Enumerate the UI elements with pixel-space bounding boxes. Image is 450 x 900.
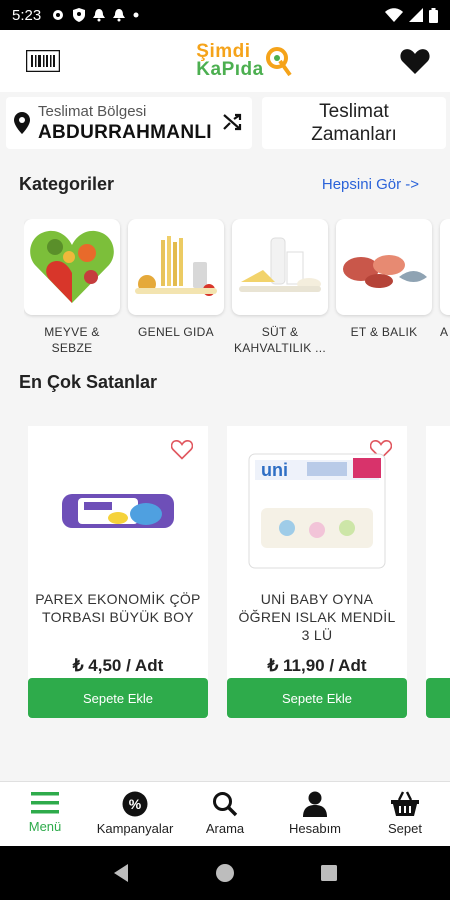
product-price: ₺ 4,50 / Adt [72, 656, 164, 675]
person-icon [303, 791, 327, 817]
dairy-products-image [239, 237, 321, 292]
category-label-line-1: SÜT & [261, 325, 299, 339]
delivery-region-label: Teslimat Bölgesi [38, 102, 147, 120]
product-image [28, 446, 208, 576]
product-image: uni [227, 446, 407, 576]
meat-fish-image [343, 255, 427, 288]
menu-icon [31, 792, 59, 814]
app-header: Şimdi KaPıda [0, 30, 450, 92]
nav-item-cart[interactable]: Sepet [360, 782, 450, 846]
wet-wipes-pack-image: uni [248, 453, 386, 569]
basket-icon [391, 791, 419, 816]
delivery-region-selector[interactable]: Teslimat Bölgesi ABDURRAHMANLI [6, 97, 252, 149]
category-label-line-1: GENEL GIDA [138, 325, 214, 339]
back-triangle-icon[interactable] [112, 863, 130, 883]
system-nav-bar [0, 846, 450, 900]
home-circle-icon[interactable] [215, 863, 235, 883]
category-thumb [336, 219, 432, 315]
dot-icon [133, 12, 139, 18]
favorites-heart-icon[interactable] [400, 48, 430, 75]
delivery-times-button[interactable]: Teslimat Zamanları [262, 97, 446, 149]
category-thumb [128, 219, 224, 315]
delivery-row: Teslimat Bölgesi ABDURRAHMANLI Teslimat … [6, 97, 446, 149]
category-item-fruits-vegetables[interactable]: MEYVE & SEBZE [24, 219, 120, 356]
shuffle-icon[interactable] [222, 111, 244, 133]
signal-icon [409, 8, 423, 22]
svg-text:uni: uni [261, 460, 288, 480]
category-item-dairy-breakfast[interactable]: SÜT & KAHVALTILIK ... [232, 219, 328, 356]
svg-text:%: % [129, 796, 142, 812]
product-name: PAREX EKONOMİK ÇÖP TORBASI BÜYÜK BOY [35, 591, 201, 625]
category-label-line-2: KAHVALTILIK ... [233, 341, 327, 355]
delivery-times-line-2: Zamanları [311, 124, 397, 145]
notification-bell-icon-2 [113, 9, 126, 22]
pasta-groceries-image [135, 236, 217, 296]
search-icon [213, 792, 238, 817]
categories-title: Kategoriler [19, 174, 115, 194]
bestsellers-carousel: PAREX EKONOMİK ÇÖP TORBASI BÜYÜK BOY ₺ 4… [28, 426, 450, 721]
product-price: ₺ 11,90 / Adt [267, 656, 367, 675]
shield-icon [73, 8, 86, 22]
nav-item-campaigns[interactable]: % Kampanyalar [90, 782, 180, 846]
status-time: 5:23 [12, 6, 42, 24]
nav-label: Menü [28, 819, 62, 834]
category-label-line-1: MEYVE & [44, 325, 100, 339]
wifi-icon [385, 8, 403, 22]
category-label-line-1: ET & BALIK [350, 325, 418, 339]
settings-gear-icon [53, 10, 64, 20]
app-logo: Şimdi KaPıda [196, 42, 292, 80]
battery-icon [429, 7, 438, 23]
trash-bag-roll-image [62, 494, 174, 528]
product-card[interactable]: PAREX EKONOMİK ÇÖP TORBASI BÜYÜK BOY ₺ 4… [28, 426, 208, 718]
logo-line-2: KaPıda [196, 59, 264, 80]
status-right-icons [385, 7, 438, 23]
category-label-line-2: SEBZE [51, 341, 93, 355]
category-item-general-food[interactable]: GENEL GIDA [128, 219, 224, 340]
product-name: UNİ BABY OYNA ÖĞREN ISLAK MENDİL 3 LÜ [238, 591, 396, 643]
location-pin-icon [14, 112, 30, 134]
category-thumb [24, 219, 120, 315]
recents-square-icon[interactable] [320, 864, 338, 882]
notification-bell-icon [93, 9, 106, 22]
add-to-cart-button[interactable]: Sepete Ekle [227, 678, 407, 718]
category-item-meat-fish[interactable]: ET & BALIK [336, 219, 432, 340]
barcode-scan-icon[interactable] [26, 50, 60, 72]
see-all-link[interactable]: Hepsini Gör -> [322, 176, 419, 193]
product-card-partial[interactable] [426, 426, 450, 718]
add-to-cart-button[interactable]: Sepete Ekle [28, 678, 208, 718]
bestsellers-title: En Çok Satanlar [19, 372, 158, 392]
delivery-region-value: ABDURRAHMANLI [38, 121, 212, 143]
nav-item-account[interactable]: Hesabım [270, 782, 360, 846]
nav-label: Sepet [388, 821, 422, 836]
nav-label: Arama [205, 821, 245, 836]
categories-carousel: MEYVE & SEBZE GENEL GIDA SÜT & KAHVALTIL… [24, 219, 450, 359]
logo-pin-icon [265, 47, 292, 77]
percent-badge-icon: % [122, 791, 148, 817]
nav-item-search[interactable]: Arama [180, 782, 270, 846]
product-card[interactable]: uni UNİ BABY OYNA ÖĞREN ISLAK MENDİL 3 L… [227, 426, 407, 718]
status-bar: 5:23 [0, 0, 450, 30]
status-icons [51, 8, 139, 22]
nav-label: Hesabım [288, 821, 342, 836]
delivery-times-line-1: Teslimat [319, 101, 389, 122]
category-label-line-1: A [440, 325, 449, 339]
nav-label: Kampanyalar [96, 821, 174, 836]
category-thumb [440, 219, 450, 315]
category-item-partial[interactable]: A [440, 219, 450, 340]
nav-item-menu[interactable]: Menü [0, 782, 90, 846]
bottom-nav: Menü % Kampanyalar Arama Hesabım Sepet [0, 781, 450, 846]
category-thumb [232, 219, 328, 315]
add-to-cart-button-partial[interactable] [426, 678, 450, 718]
vegetable-heart-image [30, 230, 114, 303]
